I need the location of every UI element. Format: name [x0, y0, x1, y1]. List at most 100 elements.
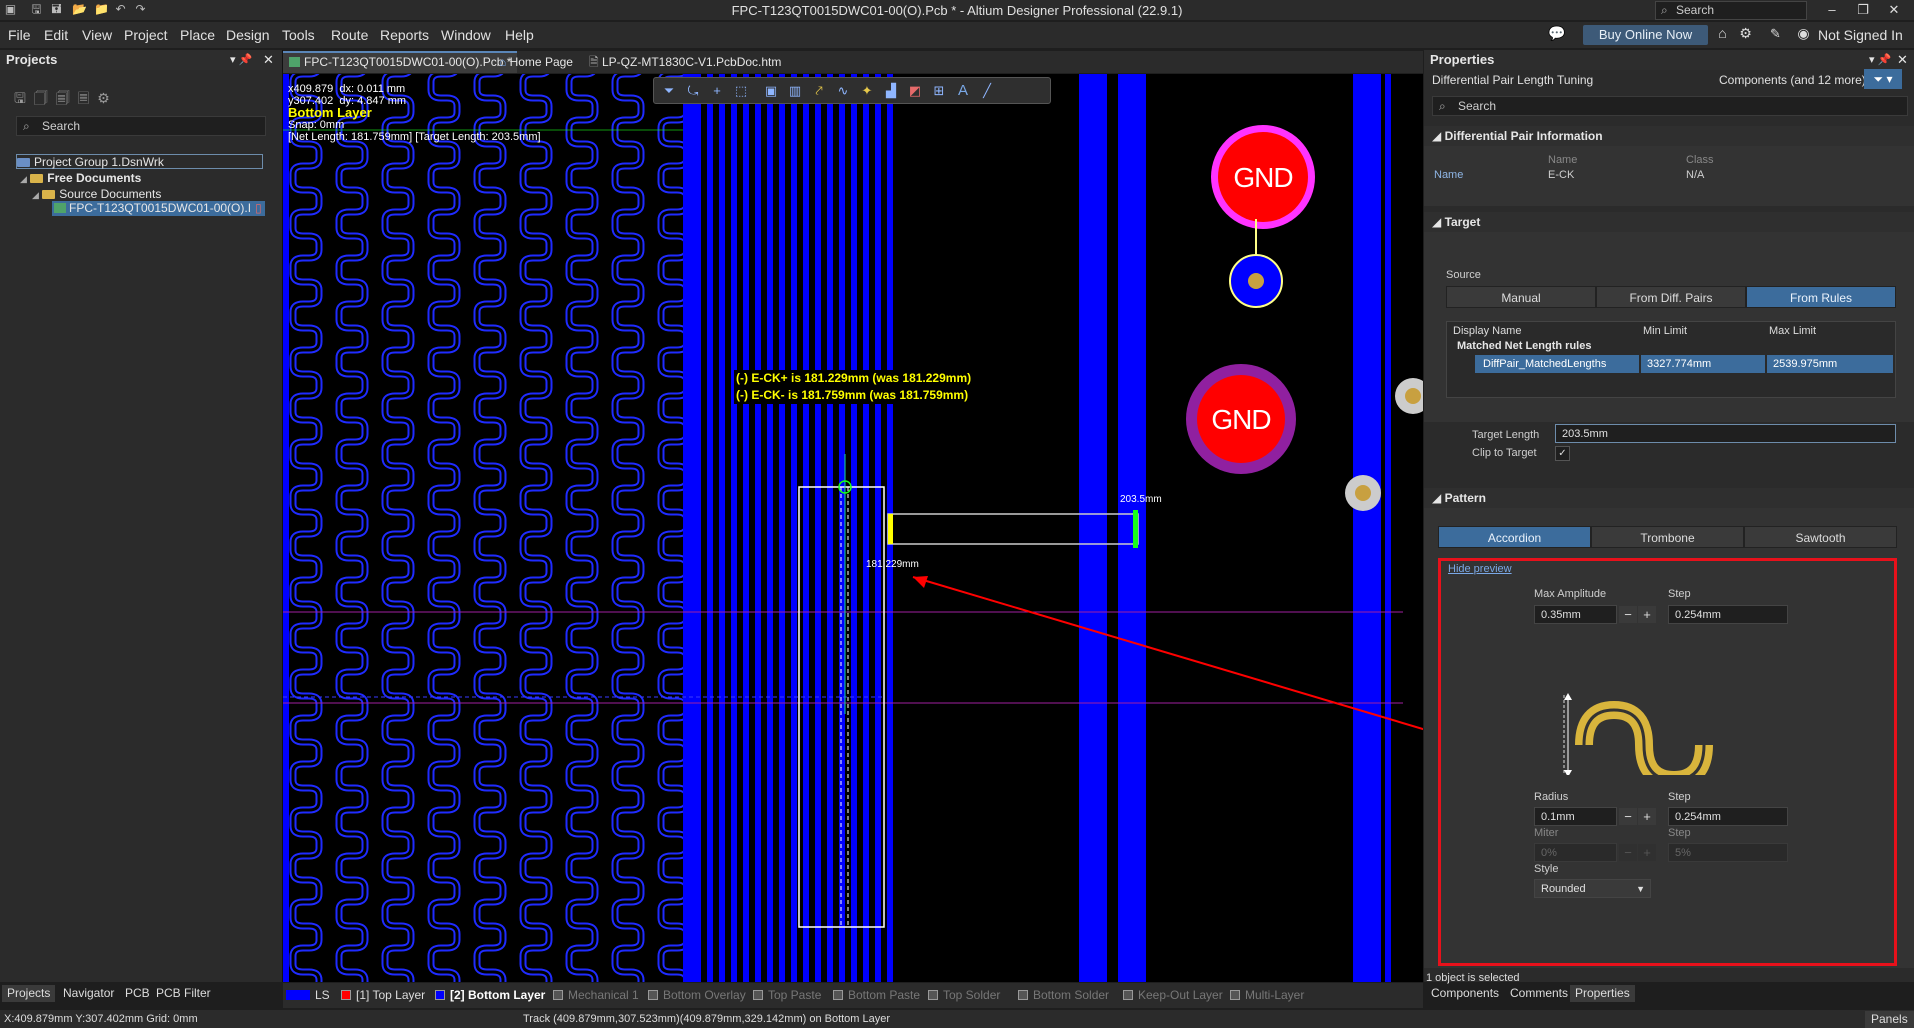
- tab-pcb[interactable]: PCB: [120, 985, 155, 1002]
- layer-tab-top-solder[interactable]: Top Solder: [928, 988, 1000, 1002]
- menu-reports[interactable]: Reports: [380, 27, 429, 43]
- target-section-header[interactable]: ◢ Target: [1424, 212, 1914, 232]
- menu-help[interactable]: Help: [505, 27, 534, 43]
- layer-tab-top[interactable]: [1] Top Layer: [341, 988, 425, 1002]
- pin-icon[interactable]: ▾ 📌: [1869, 50, 1891, 70]
- search-icon: ⌕: [1439, 99, 1446, 113]
- hide-preview-link[interactable]: Hide preview: [1448, 563, 1512, 575]
- chart-icon[interactable]: ▥: [786, 82, 804, 100]
- layer-set-tab[interactable]: LS: [286, 988, 330, 1002]
- tree-source-documents[interactable]: ◢ Source Documents: [32, 187, 161, 201]
- interactive-route-icon[interactable]: ⤤: [810, 82, 828, 100]
- max-amplitude-increment[interactable]: +: [1638, 606, 1656, 623]
- menu-window[interactable]: Window: [441, 27, 491, 43]
- pattern-section-header[interactable]: ◢ Pattern: [1424, 488, 1914, 508]
- step-input-2[interactable]: 0.254mm: [1668, 807, 1788, 826]
- layer-tab-multilayer[interactable]: Multi-Layer: [1230, 988, 1304, 1002]
- tab-navigator[interactable]: Navigator: [58, 985, 119, 1002]
- diff-pair-section-header[interactable]: ◢ Differential Pair Information: [1424, 126, 1914, 146]
- polygon-icon[interactable]: ▟: [882, 82, 900, 100]
- minimize-button[interactable]: –: [1817, 2, 1847, 18]
- source-manual[interactable]: Manual: [1446, 286, 1596, 308]
- sign-in-status[interactable]: Not Signed In: [1818, 27, 1903, 43]
- layer-tab-keepout[interactable]: Keep-Out Layer: [1123, 988, 1223, 1002]
- max-amplitude-decrement[interactable]: −: [1619, 606, 1637, 623]
- select-icon[interactable]: ⬚: [732, 82, 750, 100]
- layer-tab-top-paste[interactable]: Top Paste: [753, 988, 821, 1002]
- cross-icon[interactable]: +: [708, 82, 726, 100]
- filter-icon[interactable]: ⏷: [660, 82, 678, 100]
- menu-tools[interactable]: Tools: [282, 27, 315, 43]
- layer-tab-bottom[interactable]: [2] Bottom Layer: [435, 988, 545, 1002]
- notifications-icon[interactable]: ✎: [1769, 27, 1782, 40]
- dimension-icon[interactable]: ⊞: [930, 82, 948, 100]
- tab-projects[interactable]: Projects: [2, 985, 56, 1002]
- tree-free-documents[interactable]: ◢ Free Documents: [20, 171, 141, 185]
- pattern-sawtooth[interactable]: Sawtooth: [1744, 526, 1897, 548]
- menu-view[interactable]: View: [82, 27, 112, 43]
- chat-icon[interactable]: 💬: [1548, 26, 1565, 40]
- radius-input[interactable]: 0.1mm: [1534, 807, 1617, 826]
- panels-button[interactable]: Panels: [1865, 1011, 1914, 1028]
- pcb-canvas[interactable]: x409.879 dx: 0.011 mm y307.402 dy: 4.847…: [283, 74, 1423, 982]
- clip-to-target-checkbox[interactable]: ✓: [1555, 446, 1570, 461]
- menu-file[interactable]: File: [8, 27, 31, 43]
- line-icon[interactable]: ╱: [978, 82, 996, 100]
- projects-panel-header: Projects ▾ 📌 ✕: [0, 50, 282, 70]
- maximize-button[interactable]: ❐: [1848, 2, 1878, 18]
- style-select[interactable]: Rounded ▼: [1534, 879, 1651, 898]
- properties-search-input[interactable]: ⌕ Search: [1432, 96, 1908, 116]
- pattern-trombone[interactable]: Trombone: [1591, 526, 1744, 548]
- radius-decrement[interactable]: −: [1619, 808, 1637, 825]
- max-amplitude-input[interactable]: 0.35mm: [1534, 605, 1617, 624]
- panel-close-icon[interactable]: ✕: [263, 50, 274, 70]
- panel-close-icon[interactable]: ✕: [1897, 50, 1908, 70]
- step-input-1[interactable]: 0.254mm: [1668, 605, 1788, 624]
- menu-design[interactable]: Design: [226, 27, 270, 43]
- close-button[interactable]: ✕: [1879, 2, 1909, 18]
- length-tune-icon[interactable]: ∿: [834, 82, 852, 100]
- collapse-icon[interactable]: ◢: [20, 174, 27, 184]
- gear-icon[interactable]: ⚙: [1739, 26, 1752, 40]
- menu-edit[interactable]: Edit: [44, 27, 68, 43]
- tab-properties[interactable]: Properties: [1570, 985, 1635, 1002]
- collapse-icon[interactable]: ◢: [32, 190, 39, 200]
- layer-tab-mechanical1[interactable]: Mechanical 1: [553, 988, 639, 1002]
- target-length-input[interactable]: 203.5mm: [1555, 424, 1896, 443]
- keepout-icon[interactable]: ◩: [906, 82, 924, 100]
- tree-pcb-document[interactable]: FPC-T123QT0015DWC01-00(O).I ▯: [52, 201, 265, 216]
- menu-place[interactable]: Place: [180, 27, 215, 43]
- align-icon[interactable]: ▣: [762, 82, 780, 100]
- user-icon[interactable]: ◉: [1797, 26, 1810, 40]
- layer-tab-bottom-overlay[interactable]: Bottom Overlay: [648, 988, 746, 1002]
- source-from-rules[interactable]: From Rules: [1746, 286, 1896, 308]
- rule-row[interactable]: DiffPair_MatchedLengths 3327.774mm 2539.…: [1447, 355, 1895, 373]
- menu-project[interactable]: Project: [124, 27, 168, 43]
- home-icon[interactable]: ⌂: [1716, 26, 1729, 40]
- source-from-diff-pairs[interactable]: From Diff. Pairs: [1596, 286, 1746, 308]
- tab-comments[interactable]: Comments: [1505, 985, 1573, 1002]
- tab-pcb-document[interactable]: FPC-T123QT0015DWC01-00(O).Pcb *: [283, 51, 518, 73]
- layer-tab-bottom-paste[interactable]: Bottom Paste: [833, 988, 920, 1002]
- tree-project-group[interactable]: Project Group 1.DsnWrk: [16, 154, 263, 169]
- layer-tab-bottom-solder[interactable]: Bottom Solder: [1018, 988, 1109, 1002]
- hud-x: x409.879: [288, 83, 334, 95]
- project-toolbar[interactable]: 🖫🗍🗐🗏⚙: [14, 88, 118, 112]
- radius-increment[interactable]: +: [1638, 808, 1656, 825]
- filter-button[interactable]: ⏷ ▾: [1864, 69, 1902, 89]
- tab-home-page[interactable]: ⌂ Home Page: [493, 51, 579, 73]
- text-icon[interactable]: A: [954, 82, 972, 100]
- projects-search-input[interactable]: ⌕ Search: [16, 116, 266, 136]
- tab-htm-document[interactable]: 🗎 LP-QZ-MT1830C-V1.PcbDoc.htm: [583, 51, 787, 73]
- route-icon[interactable]: ⤿: [684, 82, 702, 100]
- tab-pcb-filter[interactable]: PCB Filter: [151, 985, 216, 1002]
- menu-route[interactable]: Route: [331, 27, 368, 43]
- pin-icon[interactable]: ▾ 📌: [230, 50, 252, 70]
- via-icon[interactable]: ✦: [858, 82, 876, 100]
- pattern-accordion[interactable]: Accordion: [1438, 526, 1591, 548]
- miter-input: 0%: [1534, 843, 1617, 862]
- buy-online-button[interactable]: Buy Online Now: [1583, 25, 1708, 45]
- filter-scope[interactable]: Components (and 12 more): [1719, 73, 1866, 87]
- global-search[interactable]: ⌕ Search: [1655, 1, 1807, 20]
- tab-components[interactable]: Components: [1426, 985, 1504, 1002]
